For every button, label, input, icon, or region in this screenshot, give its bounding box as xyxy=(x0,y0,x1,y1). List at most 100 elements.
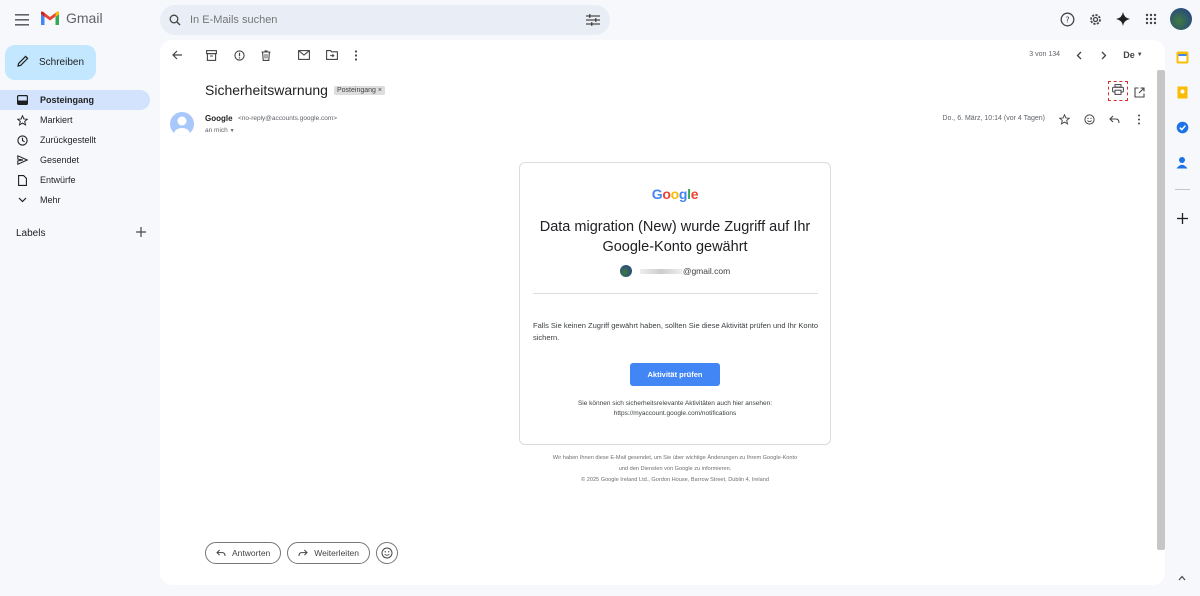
keep-icon[interactable] xyxy=(1175,85,1189,99)
pencil-icon xyxy=(17,55,29,70)
settings-gear-icon[interactable] xyxy=(1086,8,1104,30)
legal-line: und den Diensten von Google zu informier… xyxy=(618,466,732,472)
pagination-text: 3 von 134 xyxy=(1029,51,1060,58)
star-icon xyxy=(16,114,28,126)
search-icon[interactable] xyxy=(160,14,190,26)
sidebar-nav: Posteingang Markiert Zurückgestellt Gese… xyxy=(0,90,150,210)
chevron-left-icon[interactable] xyxy=(1072,48,1086,62)
app-name: Gmail xyxy=(66,10,103,26)
more-vert-icon[interactable] xyxy=(349,48,363,62)
calendar-icon[interactable] xyxy=(1175,50,1189,64)
sender-name[interactable]: Google xyxy=(205,114,233,123)
sidebar-item-label: Zurückgestellt xyxy=(40,135,97,145)
svg-text:?: ? xyxy=(1065,15,1069,24)
move-to-folder-icon[interactable] xyxy=(325,48,339,62)
help-icon[interactable]: ? xyxy=(1058,8,1076,30)
apps-grid-icon[interactable] xyxy=(1142,8,1160,30)
sidebar-item-label: Markiert xyxy=(40,115,73,125)
more-vert-icon[interactable] xyxy=(1133,113,1145,125)
reply-actions: Antworten Weiterleiten xyxy=(205,542,399,564)
language-label: De xyxy=(1123,50,1135,60)
language-selector[interactable]: De ▼ xyxy=(1120,48,1146,62)
reply-button[interactable]: Antworten xyxy=(205,542,282,564)
sidebar-item-label: Mehr xyxy=(40,195,61,205)
forward-button[interactable]: Weiterleiten xyxy=(287,542,371,564)
recipient-details[interactable]: an mich ▼ xyxy=(205,127,235,134)
sidebar-item-starred[interactable]: Markiert xyxy=(0,110,150,130)
draft-icon xyxy=(16,174,28,186)
recipient-label: an mich xyxy=(205,127,228,134)
account-avatar[interactable] xyxy=(1170,8,1192,30)
person-icon xyxy=(174,116,190,136)
mark-unread-icon[interactable] xyxy=(297,48,311,62)
labels-heading: Labels xyxy=(16,228,46,239)
review-activity-button[interactable]: Aktivität prüfen xyxy=(630,363,720,386)
back-arrow-icon[interactable] xyxy=(170,48,184,62)
sidebar-item-drafts[interactable]: Entwürfe xyxy=(0,170,150,190)
email-subject: Sicherheitswarnung xyxy=(205,82,328,98)
reply-icon xyxy=(216,549,226,557)
show-side-panel-chevron-icon[interactable] xyxy=(1175,571,1189,585)
reply-icon[interactable] xyxy=(1108,113,1120,125)
emoji-reaction-icon[interactable] xyxy=(1083,113,1095,125)
sidebar-item-snoozed[interactable]: Zurückgestellt xyxy=(0,130,150,150)
google-logo: Google xyxy=(651,186,699,202)
search-bar[interactable] xyxy=(160,5,610,35)
emoji-reaction-button[interactable] xyxy=(376,542,399,564)
message-panel: 3 von 134 De ▼ Sicherheitswarnung Postein… xyxy=(160,40,1165,585)
badge-close-icon[interactable]: × xyxy=(378,87,382,94)
gmail-logo[interactable]: Gmail xyxy=(40,10,103,26)
inbox-icon xyxy=(16,94,28,106)
smiley-icon xyxy=(381,547,393,559)
chevron-right-icon[interactable] xyxy=(1097,48,1111,62)
trash-icon[interactable] xyxy=(259,48,273,62)
sidebar-item-more[interactable]: Mehr xyxy=(0,190,150,210)
forward-label: Weiterleiten xyxy=(314,548,360,558)
divider xyxy=(533,293,818,294)
printer-icon xyxy=(1112,82,1124,100)
notifications-link[interactable]: https://myaccount.google.com/notificatio… xyxy=(520,409,830,419)
dropdown-arrow-icon[interactable]: ▼ xyxy=(230,128,235,134)
sidebar-item-label: Entwürfe xyxy=(40,175,76,185)
contacts-icon[interactable] xyxy=(1175,155,1189,169)
side-panel-divider xyxy=(1175,189,1190,190)
sidebar-item-inbox[interactable]: Posteingang xyxy=(0,90,150,110)
top-bar: Gmail ? xyxy=(0,0,1200,40)
sidebar-item-label: Posteingang xyxy=(40,95,95,105)
main-menu-icon[interactable] xyxy=(12,10,32,30)
print-button[interactable] xyxy=(1108,81,1128,101)
compose-label: Schreiben xyxy=(39,57,85,68)
sender-avatar[interactable] xyxy=(170,112,194,136)
chevron-down-icon xyxy=(16,194,28,206)
inbox-label-badge[interactable]: Posteingang × xyxy=(334,86,385,95)
alert-body: Falls Sie keinen Zugriff gewährt haben, … xyxy=(533,321,819,342)
labels-section: Labels xyxy=(16,227,146,240)
gmail-m-icon xyxy=(41,11,59,25)
message-toolbar: 3 von 134 De ▼ xyxy=(160,40,1165,70)
search-input[interactable] xyxy=(190,14,570,26)
redacted-username xyxy=(639,268,682,274)
star-icon[interactable] xyxy=(1058,113,1070,125)
add-label-plus-icon[interactable] xyxy=(136,227,146,240)
gemini-sparkle-icon[interactable] xyxy=(1114,8,1132,30)
legal-notice: Wir haben Ihnen diese E-Mail gesendet, u… xyxy=(519,453,831,486)
report-spam-icon[interactable] xyxy=(232,48,246,62)
scrollbar[interactable] xyxy=(1157,70,1165,550)
add-addon-plus-icon[interactable] xyxy=(1175,211,1189,225)
open-new-window-icon[interactable] xyxy=(1134,85,1145,103)
dropdown-arrow-icon: ▼ xyxy=(1136,52,1143,58)
sender-address: <no-reply@accounts.google.com> xyxy=(238,115,338,122)
tasks-icon[interactable] xyxy=(1175,120,1189,134)
legal-line: © 2025 Google Ireland Ltd., Gordon House… xyxy=(581,477,769,483)
account-email: @gmail.com xyxy=(520,265,830,277)
sidebar-item-sent[interactable]: Gesendet xyxy=(0,150,150,170)
account-email-domain: @gmail.com xyxy=(682,266,731,276)
reply-label: Antworten xyxy=(232,548,271,558)
send-icon xyxy=(16,154,28,166)
search-options-icon[interactable] xyxy=(586,13,600,31)
account-avatar xyxy=(619,265,632,277)
archive-icon[interactable] xyxy=(204,48,218,62)
alert-title: Data migration (New) wurde Zugriff auf I… xyxy=(539,219,811,255)
compose-button[interactable]: Schreiben xyxy=(5,45,96,80)
forward-icon xyxy=(298,549,308,557)
